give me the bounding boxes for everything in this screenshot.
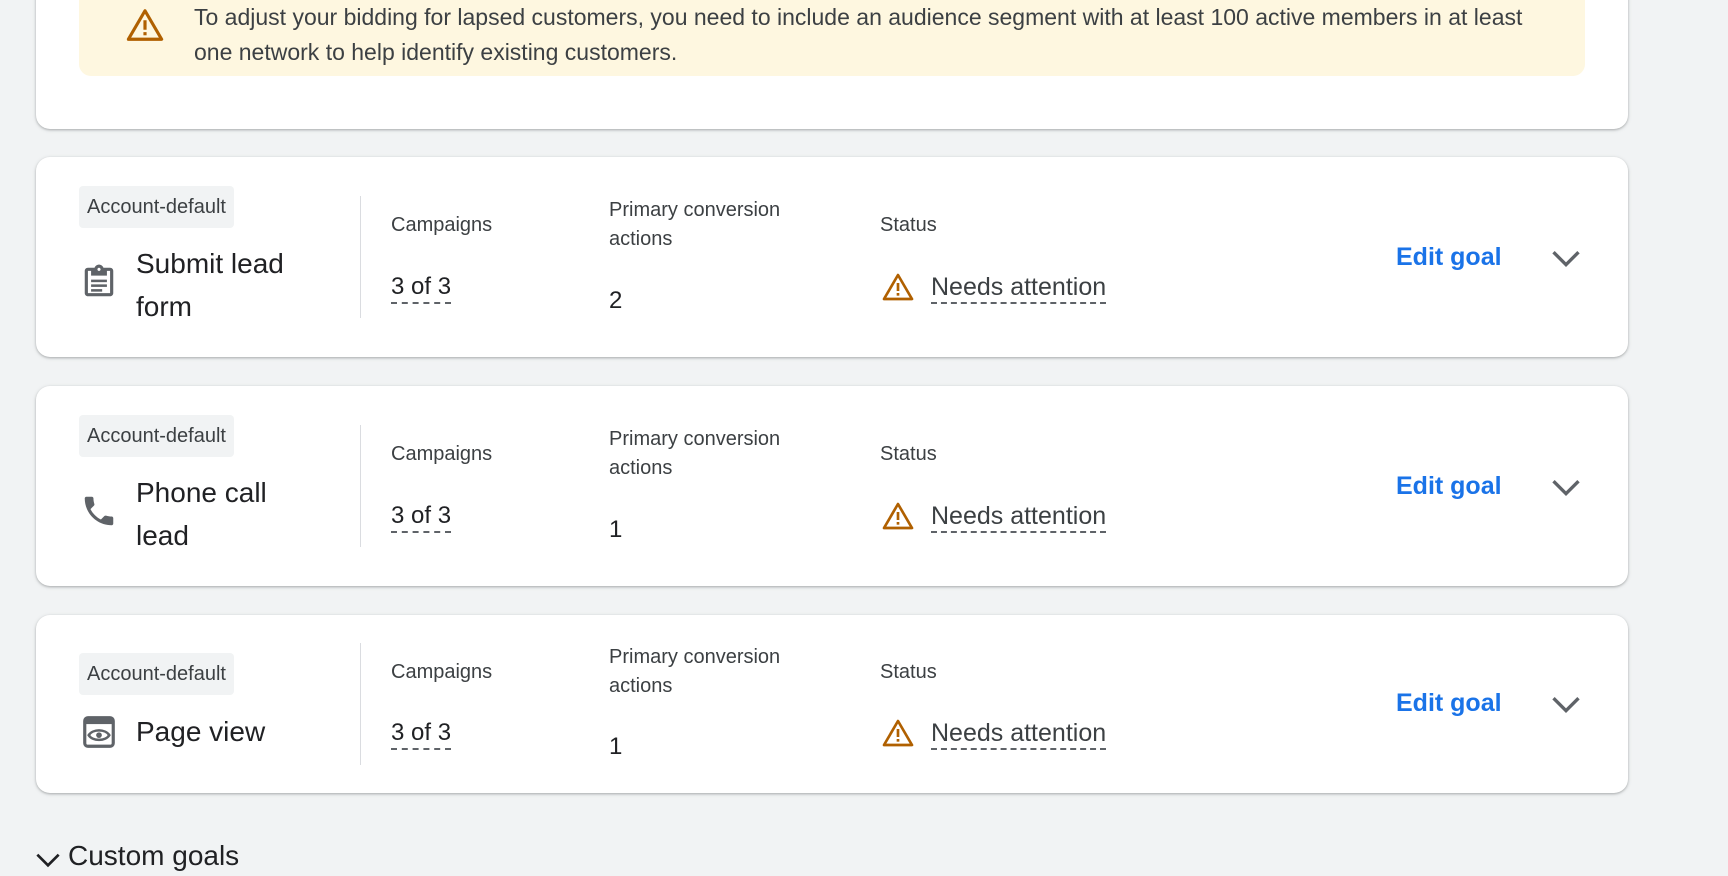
- campaigns-value[interactable]: 3 of 3: [391, 273, 452, 304]
- warning-message: To adjust your bidding for lapsed custom…: [194, 4, 1523, 65]
- goal-name: Page view: [136, 716, 266, 747]
- edit-goal-button[interactable]: Edit goal: [1396, 471, 1502, 501]
- custom-goals-label: Custom goals: [68, 840, 240, 871]
- status-value[interactable]: Needs attention: [931, 273, 1107, 304]
- warning-icon: [882, 719, 914, 747]
- goal-card-submit-lead-form: Account-default Submit lead form Campaig…: [36, 157, 1628, 357]
- primary-actions-label: Primary conversion actions: [609, 646, 781, 697]
- goal-card-phone-call-lead: Account-default Phone call lead Campaign…: [36, 386, 1628, 586]
- campaigns-label: Campaigns: [391, 214, 493, 236]
- warning-icon: [882, 273, 914, 301]
- warning-icon: [126, 9, 164, 41]
- status-value[interactable]: Needs attention: [931, 719, 1107, 750]
- primary-actions-value: 1: [609, 516, 623, 543]
- lapsed-customers-warning-card: To adjust your bidding for lapsed custom…: [36, 0, 1628, 129]
- clipboard-icon: [84, 264, 114, 297]
- account-default-badge: Account-default: [79, 186, 234, 228]
- chevron-down-icon[interactable]: [1546, 684, 1586, 724]
- column-divider: [360, 643, 361, 765]
- campaigns-label: Campaigns: [391, 443, 493, 465]
- phone-icon: [84, 496, 114, 526]
- chevron-down-icon: [36, 853, 60, 868]
- edit-goal-button[interactable]: Edit goal: [1396, 242, 1502, 272]
- page-view-icon: [83, 716, 115, 748]
- warning-banner: To adjust your bidding for lapsed custom…: [79, 0, 1585, 76]
- status-value[interactable]: Needs attention: [931, 502, 1107, 533]
- campaigns-label: Campaigns: [391, 661, 493, 683]
- account-default-badge: Account-default: [79, 653, 234, 695]
- edit-goal-button[interactable]: Edit goal: [1396, 688, 1502, 718]
- chevron-down-icon[interactable]: [1546, 238, 1586, 278]
- status-label: Status: [880, 443, 937, 465]
- goal-name: Submit lead form: [136, 248, 284, 322]
- column-divider: [360, 425, 361, 547]
- chevron-down-icon[interactable]: [1546, 467, 1586, 507]
- status-label: Status: [880, 214, 937, 236]
- primary-actions-label: Primary conversion actions: [609, 428, 781, 479]
- warning-icon: [882, 502, 914, 530]
- primary-actions-value: 1: [609, 733, 623, 760]
- primary-actions-value: 2: [609, 287, 623, 314]
- goal-name: Phone call lead: [136, 477, 267, 551]
- account-default-badge: Account-default: [79, 415, 234, 457]
- campaigns-value[interactable]: 3 of 3: [391, 719, 452, 750]
- status-label: Status: [880, 661, 937, 683]
- primary-actions-label: Primary conversion actions: [609, 199, 781, 250]
- column-divider: [360, 196, 361, 318]
- campaigns-value[interactable]: 3 of 3: [391, 502, 452, 533]
- goal-card-page-view: Account-default Page view Campaigns 3 of…: [36, 615, 1628, 793]
